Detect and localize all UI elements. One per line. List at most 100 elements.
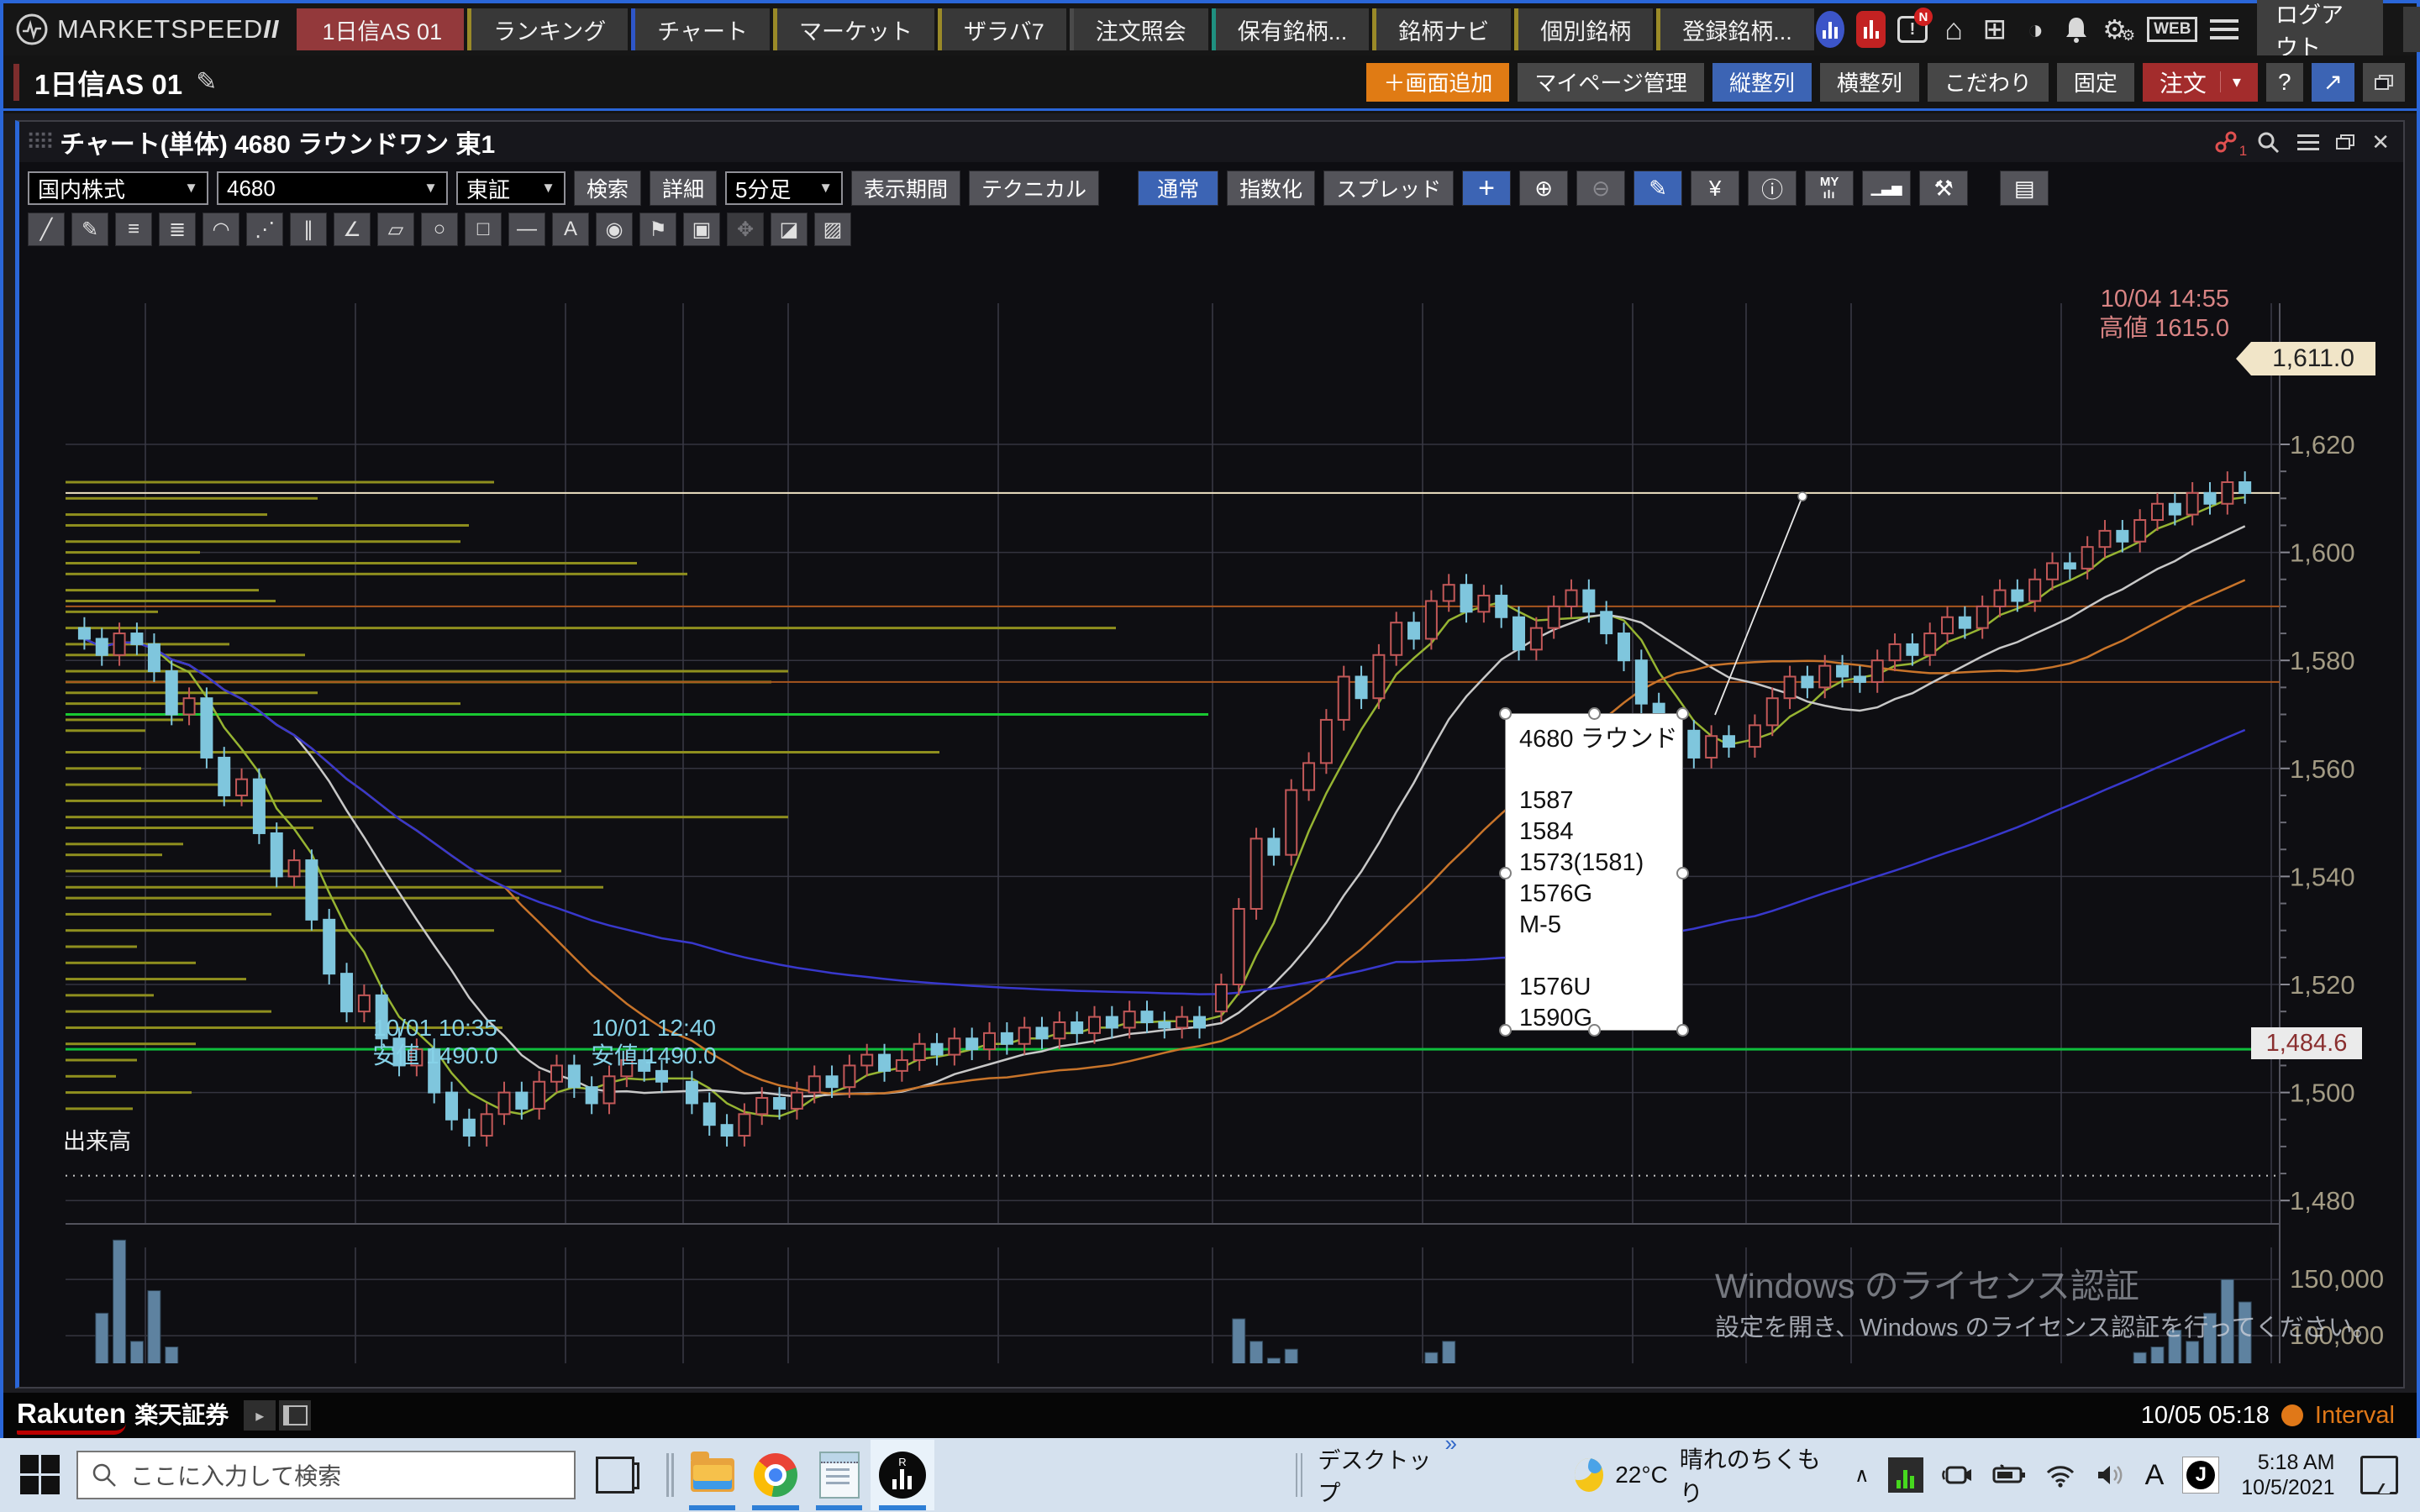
technical-button[interactable]: テクニカル [969, 171, 1099, 206]
draw-tool-hand-move[interactable]: ✥ [727, 213, 764, 246]
add-window-icon[interactable]: ⊞ [1981, 11, 2010, 48]
desktop-toolbar[interactable]: デスクトップ » [1318, 1442, 1457, 1508]
ime-mode-icon[interactable]: A [2145, 1459, 2165, 1492]
ime-language-icon[interactable]: J [2182, 1457, 2219, 1494]
taskbar-clock[interactable]: 5:18 AM 10/5/2021 [2241, 1450, 2334, 1500]
resize-handle[interactable] [1499, 1024, 1512, 1037]
resize-handle[interactable] [1676, 867, 1689, 879]
draw-tool-vertical-grid[interactable]: ∥ [290, 213, 327, 246]
resize-handle[interactable] [1676, 707, 1689, 720]
speaker-tray-icon[interactable] [2095, 1462, 2127, 1488]
action-center-button[interactable] [2360, 1456, 2398, 1494]
draw-tool-eraser[interactable]: ◪ [771, 213, 808, 246]
collapse-panel-button[interactable]: ▸ [244, 1400, 276, 1431]
resize-handle[interactable] [1588, 1024, 1601, 1037]
home-icon[interactable]: ⌂ [1939, 11, 1969, 48]
main-tab-6[interactable]: 保有銘柄... [1212, 8, 1370, 50]
main-tab-8[interactable]: 個別銘柄 [1514, 8, 1653, 50]
draw-tool-speed-lines[interactable]: ∠ [334, 213, 371, 246]
my-chart-button[interactable]: MYılı [1805, 171, 1854, 206]
web-icon[interactable]: WEB [2147, 17, 2197, 42]
layout-window-button[interactable] [2363, 63, 2405, 102]
header-button-1[interactable]: マイページ管理 [1518, 63, 1703, 102]
main-tab-9[interactable]: 登録銘柄... [1656, 8, 1814, 50]
chevrons-icon[interactable]: » [1444, 1431, 1456, 1457]
battery-tray-icon[interactable] [1992, 1463, 2026, 1487]
draw-tool-pencil-line[interactable]: ✎ [71, 213, 108, 246]
taskbar-search-input[interactable]: ここに入力して検索 [76, 1451, 576, 1499]
order-button[interactable]: 注文 ▾ [2143, 63, 2258, 102]
task-view-button[interactable] [596, 1457, 634, 1494]
yen-button[interactable]: ¥ [1691, 171, 1739, 206]
candle-shortcut-icon[interactable] [1856, 11, 1886, 48]
price-chart[interactable]: 1,6201,6001,5801,5601,5401,5201,5001,480… [53, 255, 2420, 1363]
zoom-in-button[interactable]: ⊕ [1519, 171, 1568, 206]
draw-tool-pin-marker[interactable]: ⚑ [639, 213, 676, 246]
minimize-button[interactable]: – [2403, 7, 2420, 52]
detail-button[interactable]: 詳細 [650, 171, 717, 206]
mode-normal-button[interactable]: 通常 [1138, 171, 1218, 206]
draw-tool-gann-fan[interactable]: ⋰ [246, 213, 283, 246]
area-chart-button[interactable]: ▁▃▅ [1862, 171, 1911, 206]
alert-bubble-icon[interactable]: ! N [1897, 11, 1928, 48]
draw-tool-text[interactable]: A [552, 213, 589, 246]
interval-select[interactable]: 5分足▼ [725, 171, 843, 205]
header-button-5[interactable]: 固定 [2057, 63, 2134, 102]
start-button[interactable] [20, 1455, 60, 1495]
chart-restore-icon[interactable] [2336, 134, 2354, 150]
header-button-0[interactable]: ＋画面追加 [1366, 63, 1509, 102]
resize-handle[interactable] [1676, 1024, 1689, 1037]
settings-gears-icon[interactable]: ⚙⚙ [2102, 11, 2135, 48]
note-annotation-box[interactable]: 4680 ラウンド 158715841573(1581)1576GM-5 157… [1505, 713, 1683, 1031]
search-button[interactable]: 検索 [574, 171, 641, 206]
taskbar-file-explorer[interactable] [681, 1440, 744, 1510]
weather-widget[interactable]: 22°C 晴れのちくもり [1575, 1441, 1821, 1509]
info-button[interactable]: ⓘ [1748, 171, 1797, 206]
draw-tool-pentagon[interactable]: ▱ [377, 213, 414, 246]
header-button-4[interactable]: こだわり [1928, 63, 2049, 102]
main-tab-4[interactable]: ザラバ7 [938, 8, 1066, 50]
mode-spread-button[interactable]: スプレッド [1323, 171, 1454, 206]
draw-pencil-button[interactable]: ✎ [1634, 171, 1682, 206]
panel-layout-button[interactable] [279, 1400, 311, 1431]
draw-tool-erase-all[interactable]: ▨ [814, 213, 851, 246]
main-tab-0[interactable]: 1日信AS 01 [297, 8, 465, 50]
resize-handle[interactable] [1499, 707, 1512, 720]
zoom-out-button[interactable]: ⊖ [1576, 171, 1625, 206]
chart-shortcut-icon[interactable] [1816, 11, 1845, 48]
draw-tool-icon-stamp[interactable]: ◉ [596, 213, 633, 246]
drag-grip-icon[interactable]: ⠿⠿ [26, 129, 51, 155]
symbol-code-select[interactable]: 4680▼ [217, 171, 448, 205]
main-tab-3[interactable]: マーケット [773, 8, 934, 50]
main-tab-1[interactable]: ランキング [467, 8, 628, 50]
draw-tool-horizontal-line[interactable]: — [508, 213, 545, 246]
main-tab-7[interactable]: 銘柄ナビ [1372, 8, 1511, 50]
chart-menu-icon[interactable] [2297, 134, 2319, 150]
chart-titlebar[interactable]: ⠿⠿ チャート(単体) 4680 ラウンドワン 東1 1 ✕ [19, 122, 2403, 162]
draw-tool-trendline[interactable]: ╱ [28, 213, 65, 246]
market-select[interactable]: 国内株式▼ [28, 171, 208, 205]
main-tab-5[interactable]: 注文照会 [1070, 8, 1208, 50]
draw-tool-horizontal-lines-4[interactable]: ≣ [159, 213, 196, 246]
resize-handle[interactable] [1588, 707, 1601, 720]
draw-tool-rectangle[interactable]: □ [465, 213, 502, 246]
edit-title-icon[interactable]: ✎ [196, 67, 217, 97]
search-icon[interactable] [2255, 129, 2281, 155]
exchange-select[interactable]: 東証▼ [456, 171, 566, 205]
draw-tool-ellipse[interactable]: ○ [421, 213, 458, 246]
stock-monitor-tray-icon[interactable] [1888, 1457, 1923, 1493]
main-tab-2[interactable]: チャート [631, 8, 770, 50]
header-button-2[interactable]: 縦整列 [1712, 63, 1812, 102]
mode-index-button[interactable]: 指数化 [1227, 171, 1315, 206]
settings-wrench-button[interactable]: ⚒ [1919, 171, 1968, 206]
resize-handle[interactable] [1499, 867, 1512, 879]
bell-icon[interactable] [2062, 11, 2091, 48]
crosshair-button[interactable]: + [1462, 171, 1511, 206]
draw-tool-horizontal-lines-3[interactable]: ≡ [115, 213, 152, 246]
wifi-tray-icon[interactable] [2044, 1462, 2076, 1488]
help-button[interactable]: ? [2266, 63, 2303, 102]
taskbar-notepad[interactable] [808, 1440, 871, 1510]
taskbar-chrome[interactable] [744, 1440, 807, 1510]
period-button[interactable]: 表示期間 [851, 171, 960, 206]
draw-tool-duplicate[interactable]: ▣ [683, 213, 720, 246]
